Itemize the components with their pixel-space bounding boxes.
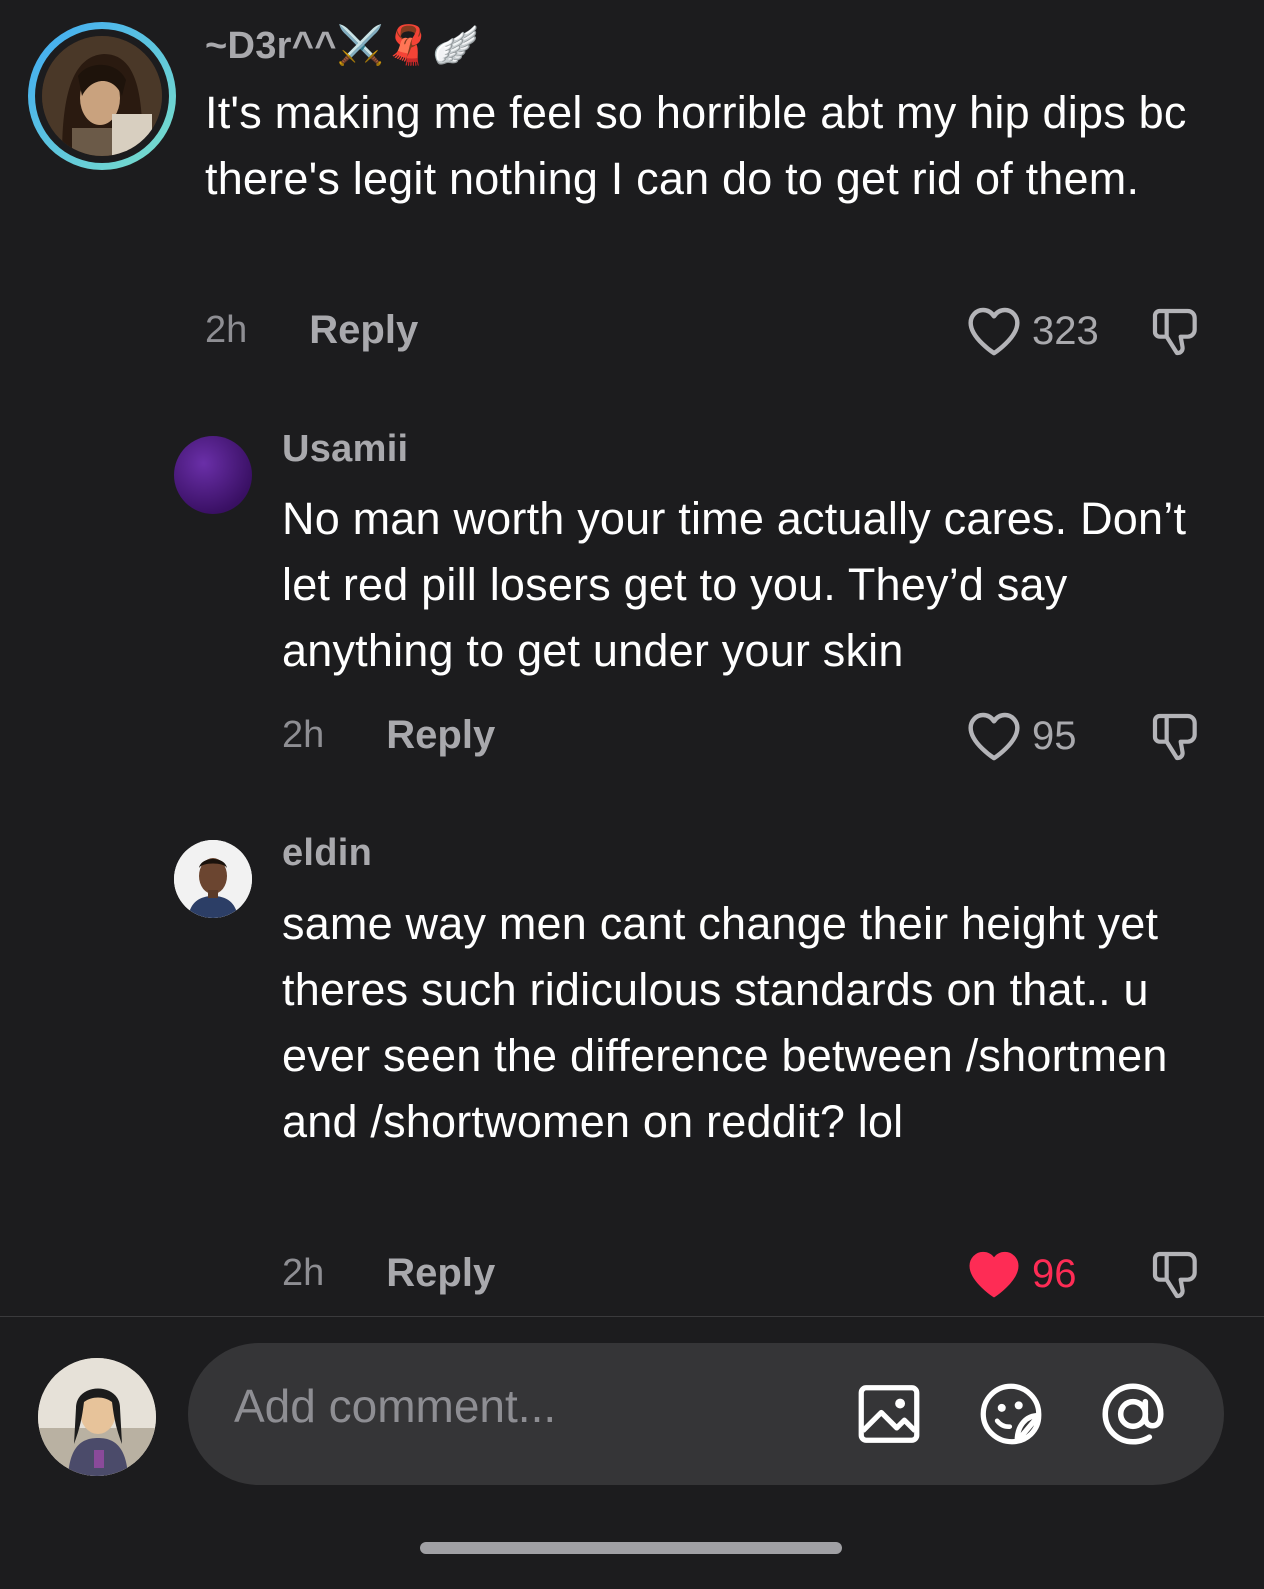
heart-outline-icon [968, 712, 1020, 761]
comment-username[interactable]: Usamii [282, 428, 408, 471]
avatar-image [174, 840, 252, 918]
heart-outline-icon [968, 307, 1020, 356]
thumbs-down-icon[interactable] [1148, 1247, 1204, 1303]
avatar[interactable] [174, 840, 252, 918]
comment-username[interactable]: ~D3r^^⚔️🧣🪽 [205, 24, 480, 68]
like-count: 95 [1032, 713, 1077, 758]
reply-button[interactable]: Reply [386, 713, 495, 758]
comment-composer[interactable] [188, 1343, 1224, 1485]
reply-button[interactable]: Reply [386, 1251, 495, 1296]
avatar[interactable] [28, 22, 176, 170]
comment-username[interactable]: eldin [282, 832, 372, 875]
divider [0, 1316, 1264, 1317]
like-count: 96 [1032, 1251, 1077, 1296]
avatar-image [38, 1358, 156, 1476]
current-user-avatar[interactable] [38, 1358, 156, 1476]
home-indicator[interactable] [420, 1542, 842, 1554]
like-button[interactable]: 323 [966, 303, 1099, 359]
like-count: 323 [1032, 308, 1099, 353]
comment-time: 2h [282, 1251, 325, 1294]
comment-text: No man worth your time actually cares. D… [282, 493, 1187, 676]
like-button[interactable]: 95 [966, 708, 1077, 764]
comment-text: same way men cant change their height ye… [282, 898, 1168, 1147]
comment-meta: 2h Reply [282, 1248, 495, 1298]
thumbs-down-icon[interactable] [1148, 709, 1204, 765]
avatar[interactable] [174, 436, 252, 514]
image-icon[interactable] [852, 1377, 926, 1451]
comment-meta: 2h Reply [282, 710, 495, 760]
thumbs-down-icon[interactable] [1148, 304, 1204, 360]
add-comment-input[interactable] [234, 1379, 834, 1433]
comment-text: It's making me feel so horrible abt my h… [205, 87, 1187, 204]
avatar-image [42, 36, 162, 156]
reply-button[interactable]: Reply [309, 308, 418, 353]
heart-filled-icon [969, 1251, 1019, 1298]
comment-meta: 2h Reply [205, 305, 418, 355]
comment-time: 2h [205, 308, 248, 351]
comment-time: 2h [282, 713, 325, 756]
sticker-icon[interactable] [974, 1377, 1048, 1451]
like-button[interactable]: 96 [966, 1246, 1077, 1302]
at-sign-icon[interactable] [1096, 1377, 1170, 1451]
